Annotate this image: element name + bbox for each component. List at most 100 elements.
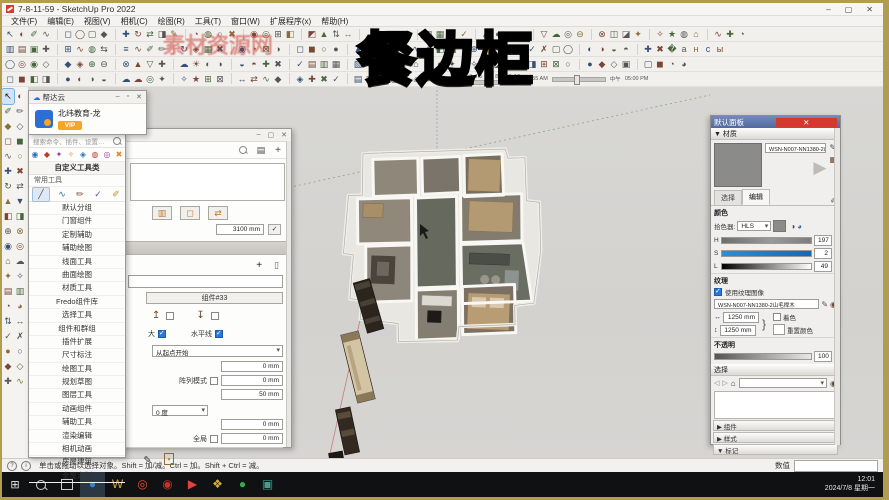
tool-group-item[interactable]: 渲染编辑 [29,430,125,443]
origin-mode-select[interactable]: 从起点开始 [152,345,283,357]
toolbar-icon[interactable]: ◒ [98,73,110,86]
toolbar-icon[interactable]: ⊗ [596,28,608,41]
toolbar-icon[interactable]: ◼ [654,58,666,71]
toolbar-icon[interactable]: ⇅ [2,314,14,329]
toolbar-icon[interactable]: ⊞ [538,58,550,71]
taskbar-app-green[interactable]: ● [230,472,255,497]
toolbar-icon[interactable]: ✚ [40,43,52,56]
tool-group-item[interactable]: Fredo组件库 [29,296,125,309]
toolbar-icon[interactable]: ◔ [666,58,678,71]
toolbar-icon[interactable]: ▣ [620,58,632,71]
toolbar-icon[interactable]: ▽ [144,58,156,71]
menu-item[interactable]: 工具(T) [190,16,226,27]
tool-group-item[interactable]: 动画组件 [29,403,125,416]
toolbar-icon[interactable]: ▤ [306,58,318,71]
toolbar-icon[interactable]: ▢ [86,28,98,41]
toolbar-icon[interactable]: ▲ [2,194,14,209]
toolbar-icon[interactable]: ◼ [16,73,28,86]
toolbar-icon[interactable]: ◻ [4,73,16,86]
toolbar-icon[interactable]: н [690,43,702,56]
toolbar-icon[interactable]: ✚ [642,43,654,56]
toolbar-icon[interactable]: ◯ [562,43,574,56]
form-minimize-button[interactable]: – [257,131,261,139]
toolbar-icon[interactable]: ∿ [14,374,26,389]
toolbar-icon[interactable]: ✓ [2,329,14,344]
toolbar-icon[interactable]: ⇆ [98,43,110,56]
tool-group-item[interactable]: 绘图工具 [29,363,125,376]
menu-item[interactable]: 编辑(E) [42,16,79,27]
eyedropper-icon[interactable]: ✐ [141,455,152,463]
toolbar-icon[interactable]: ⌂ [2,254,14,269]
toolbar-icon[interactable]: ◻ [62,28,74,41]
toolbar-icon[interactable]: ◔ [2,299,14,314]
toolbar-icon[interactable]: ⊕ [2,224,14,239]
length-input-2[interactable]: 0 mm [221,375,283,386]
toolbar-icon[interactable]: ⊖ [574,28,586,41]
toolbar-icon[interactable]: ✓ [330,73,342,86]
toolbar-icon[interactable]: ⊞ [272,28,284,41]
menu-item[interactable]: 相机(C) [116,16,153,27]
toolbar-icon[interactable]: ✧ [65,148,77,161]
toolbar-icon[interactable]: ╱ [32,187,50,202]
pin-start-icon[interactable]: ↥ [152,310,160,321]
toolbar-icon[interactable]: а [678,43,690,56]
toolbar-icon[interactable]: ✦ [2,269,14,284]
start-button[interactable]: ⊞ [2,478,28,491]
form-close-button[interactable]: ✕ [281,131,287,139]
taskbar-app-capture[interactable]: ▣ [255,472,280,497]
toolbar-icon[interactable]: ✚ [2,374,14,389]
height-input[interactable]: 3100 mm [216,224,264,235]
maximize-button[interactable]: ▢ [845,5,853,14]
toolbar-icon[interactable]: ☁ [14,254,26,269]
toolbar-icon[interactable]: ✧ [14,269,26,284]
toolbar-icon[interactable]: ⊠ [550,58,562,71]
toolbar-icon[interactable]: ↔ [236,73,248,86]
toolbar-icon[interactable]: ⊗ [120,58,132,71]
toolbar-icon[interactable]: ☁ [550,28,562,41]
toolbar-icon[interactable]: ⇄ [144,28,156,41]
toolbar-icon[interactable]: ▽ [538,28,550,41]
angle-select[interactable]: 0 度 [152,405,208,416]
toolbar-icon[interactable]: ◯ [74,28,86,41]
plugin-search[interactable]: 搜索命令、插件、设置… [29,134,125,148]
toolbar-icon[interactable]: ☁ [120,73,132,86]
toolbar-icon[interactable]: ▼ [14,194,26,209]
array-mode-checkbox[interactable] [210,377,218,385]
toolbar-icon[interactable]: ⌂ [690,28,702,41]
tool-group-item[interactable]: 组件和群组 [29,323,125,336]
toolbar-icon[interactable]: ◉ [28,58,40,71]
tool-group-item[interactable]: 尺寸标注 [29,349,125,362]
menu-item[interactable]: 扩展程序(x) [265,16,316,27]
toolbar-icon[interactable]: ✐ [2,104,14,119]
toolbar-icon[interactable]: ✚ [724,28,736,41]
toolbar-icon[interactable]: ✏ [14,104,26,119]
toolbar-icon[interactable]: ◒ [608,43,620,56]
toolbar-icon[interactable]: ◆ [2,119,14,134]
toolbar-icon[interactable]: ▥ [4,43,16,56]
menu-item[interactable]: 窗口(W) [226,16,265,27]
toolbar-icon[interactable]: ∿ [260,73,272,86]
toolbar-icon[interactable]: ⇄ [248,73,260,86]
flip-tool-button[interactable]: ⇄ [208,206,228,220]
toolbar-icon[interactable]: ⇄ [14,179,26,194]
toolbar-icon[interactable]: ◍ [678,28,690,41]
toolbar-icon[interactable]: ✧ [654,28,666,41]
pin-start-checkbox[interactable] [166,312,174,320]
form-maximize-button[interactable]: ▢ [268,131,275,139]
toolbar-icon[interactable]: ◪ [620,28,632,41]
pin-end-checkbox[interactable] [211,312,219,320]
toolbar-icon[interactable]: ⇅ [330,28,342,41]
toolbar-icon[interactable]: ▦ [330,58,342,71]
toolbar-icon[interactable]: ● [584,58,596,71]
length-input-5[interactable]: 0 mm [221,433,283,444]
tool-group-item[interactable]: 曲面绘图 [29,269,125,282]
toolbar-icon[interactable]: ◆ [98,28,110,41]
tool-group-item[interactable]: 辅助工具 [29,416,125,429]
toolbar-icon[interactable]: ◫ [608,28,620,41]
form-save-icon[interactable]: ▤ [257,145,266,156]
toolbar-icon[interactable]: ✖ [318,73,330,86]
toolbar-icon[interactable]: ◆ [272,73,284,86]
length-input-4[interactable]: 0 mm [221,419,283,430]
toolbar-icon[interactable]: ◑ [596,43,608,56]
pin-end-icon[interactable]: ↧ [196,310,204,321]
